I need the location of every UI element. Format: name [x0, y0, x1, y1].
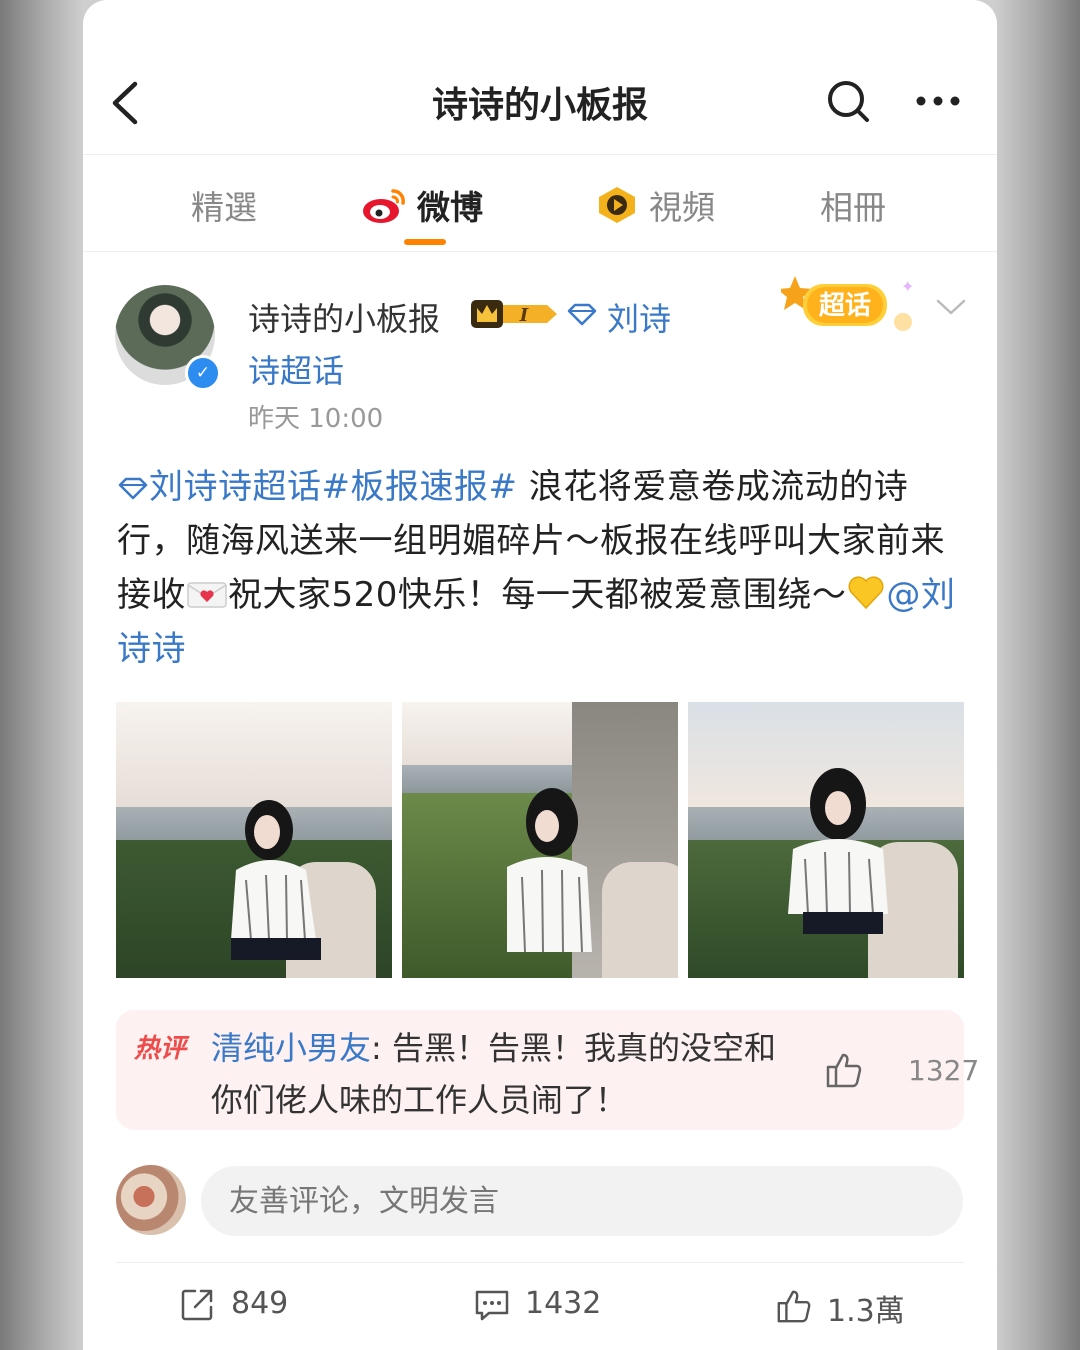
- tab-weibo[interactable]: 微博: [361, 181, 483, 229]
- svg-text:✦: ✦: [901, 277, 914, 296]
- like-count: 1.3萬: [827, 1294, 905, 1329]
- hot-comment-likes: 1327: [908, 1054, 980, 1087]
- tab-bar: 精選 微博 視頻 相冊: [83, 155, 997, 251]
- diamond-icon: [118, 477, 148, 500]
- hot-comment-text: 清纯小男友: 告黑！告黑！我真的没空和你们佬人味的工作人员闹了！: [211, 1022, 791, 1126]
- love-letter-icon: [187, 582, 227, 608]
- comment-button[interactable]: 1432: [473, 1280, 633, 1330]
- divider: [83, 251, 997, 252]
- svg-text:I: I: [519, 305, 529, 326]
- like-button[interactable]: 1.3萬: [775, 1280, 935, 1330]
- supertopic-link-text-2: 诗超话: [248, 352, 345, 390]
- repost-count: 849: [231, 1286, 289, 1321]
- member-level-badge: I: [471, 300, 557, 328]
- verified-badge-icon: ✓: [185, 355, 221, 391]
- tab-featured[interactable]: 精選: [191, 181, 257, 229]
- comment-count: 1432: [525, 1286, 602, 1321]
- thumbs-up-icon: [777, 1290, 811, 1323]
- user-avatar[interactable]: [116, 1165, 186, 1235]
- video-icon: [599, 187, 635, 223]
- tab-videos[interactable]: 視頻: [593, 181, 715, 229]
- post-time: 昨天 10:00: [248, 404, 384, 434]
- comment-input[interactable]: [201, 1166, 963, 1236]
- chevron-down-icon[interactable]: [935, 296, 967, 318]
- tab-albums[interactable]: 相冊: [820, 181, 886, 229]
- supertopic-link-text-1: 刘诗: [607, 300, 672, 338]
- post-photo-2[interactable]: [402, 702, 678, 978]
- search-icon[interactable]: [825, 78, 873, 126]
- diamond-icon: [567, 303, 597, 326]
- tab-weibo-label: 微博: [417, 188, 483, 227]
- post-photo-1[interactable]: [116, 702, 392, 978]
- post-text-2: 祝大家520快乐！每一天都被爱意围绕～: [228, 575, 847, 615]
- repost-button[interactable]: 849: [179, 1280, 329, 1330]
- post-photo-3[interactable]: [688, 702, 964, 978]
- hashtag-links[interactable]: 刘诗诗超话#板报速报#: [117, 467, 517, 507]
- thumbs-up-icon[interactable]: [824, 1050, 864, 1090]
- author-name[interactable]: 诗诗的小板报: [248, 294, 440, 340]
- active-tab-indicator: [404, 239, 446, 245]
- share-icon: [181, 1289, 213, 1321]
- supertopic-badge[interactable]: 超话 ✦: [781, 272, 921, 340]
- post-content: 刘诗诗超话#板报速报# 浪花将爱意卷成流动的诗行，随海风送来一组明媚碎片～板报在…: [117, 460, 967, 676]
- tab-videos-label: 視頻: [649, 188, 715, 227]
- weibo-logo-icon: [363, 189, 405, 223]
- phone-screen: 诗诗的小板报 精選 微博 視頻 相冊 ✓ 诗诗的小板报 I 刘诗 诗超话 昨天 …: [83, 0, 997, 1350]
- more-icon[interactable]: [913, 86, 963, 116]
- yellow-heart-icon: [848, 576, 884, 610]
- hot-comment-tag: 热评: [134, 1034, 187, 1064]
- hot-comment-user[interactable]: 清纯小男友: [211, 1029, 371, 1067]
- comment-icon: [475, 1290, 509, 1321]
- hot-comment[interactable]: 热评 清纯小男友: 告黑！告黑！我真的没空和你们佬人味的工作人员闹了！ 1327: [116, 1010, 979, 1130]
- divider: [116, 1262, 964, 1263]
- hashtag-text: 刘诗诗超话#板报速报#: [149, 467, 518, 507]
- svg-text:超话: 超话: [819, 291, 871, 321]
- top-bar: 诗诗的小板报: [83, 50, 997, 155]
